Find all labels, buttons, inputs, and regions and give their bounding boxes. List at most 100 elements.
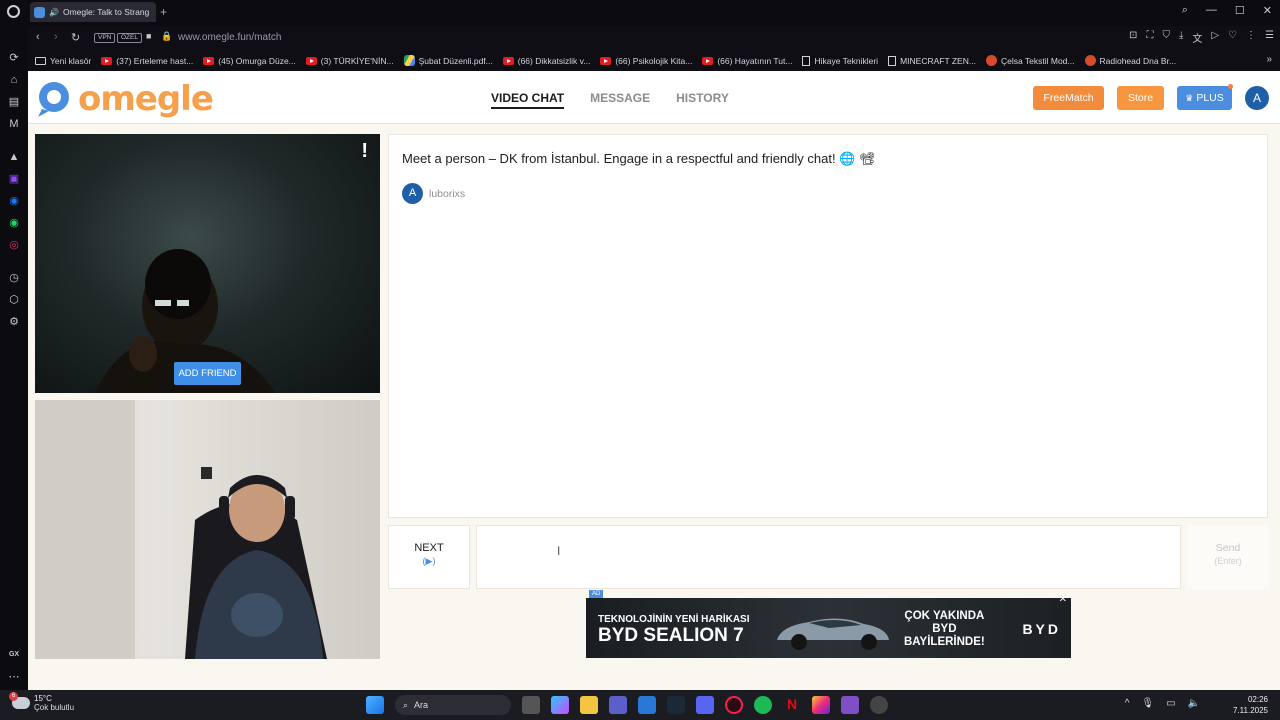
twitch-icon[interactable]: ▣ xyxy=(7,172,21,186)
self-video xyxy=(35,400,380,659)
download-icon[interactable]: ⤓ xyxy=(1179,30,1183,45)
lock-icon[interactable]: 🔒 xyxy=(161,31,172,42)
task-view-icon[interactable] xyxy=(522,696,540,714)
mail-icon[interactable]: M xyxy=(7,117,21,131)
ad-banner[interactable]: AD ✕ TEKNOLOJİNİN YENİ HARİKASI BYD SEAL… xyxy=(586,590,1071,658)
netflix-icon[interactable]: N xyxy=(783,696,801,714)
shopping-icon[interactable]: ⌂ xyxy=(7,73,21,87)
history-icon[interactable]: ◷ xyxy=(7,271,21,285)
send-label: Send xyxy=(1215,542,1241,554)
bookmark-item[interactable]: MINECRAFT ZEN... xyxy=(888,55,976,66)
url-field[interactable]: www.omegle.fun/match xyxy=(178,32,281,43)
back-icon[interactable]: ‹ xyxy=(36,31,40,43)
minimize-button[interactable]: — xyxy=(1206,4,1217,17)
instagram-icon[interactable]: ◎ xyxy=(7,238,21,252)
next-label: NEXT xyxy=(414,542,444,554)
settings-gear-icon[interactable]: ⚙ xyxy=(7,315,21,329)
tab-video-chat[interactable]: VIDEO CHAT xyxy=(491,91,565,109)
store-button[interactable]: Store xyxy=(1117,86,1164,110)
chrome-icon[interactable] xyxy=(870,696,888,714)
maximize-button[interactable]: ☐ xyxy=(1235,4,1245,17)
tab-history[interactable]: HISTORY xyxy=(676,91,729,109)
bookmark-item[interactable]: Radiohead Dna Br... xyxy=(1084,55,1177,66)
freematch-button[interactable]: FreeMatch xyxy=(1033,86,1104,110)
youtube-icon xyxy=(101,56,113,65)
reload-icon[interactable]: ↻ xyxy=(71,31,80,44)
new-tab-button[interactable]: + xyxy=(160,5,167,19)
gx-corner-icon[interactable]: ▲ xyxy=(7,150,21,164)
instagram-app-icon[interactable] xyxy=(812,696,830,714)
opera-logo-icon[interactable] xyxy=(7,5,20,18)
bookmark-item[interactable]: (66) Hayatının Tut... xyxy=(702,56,792,66)
spotify-icon[interactable] xyxy=(754,696,772,714)
report-icon[interactable]: ! xyxy=(361,140,368,163)
clock[interactable]: 02:26 7.11.2025 xyxy=(1233,694,1268,716)
aria-icon[interactable]: ▤ xyxy=(7,95,21,109)
bookmark-label: Radiohead Dna Br... xyxy=(1099,55,1177,66)
play-icon[interactable]: ▷ xyxy=(1211,30,1219,45)
plus-label: PLUS xyxy=(1196,92,1224,104)
display-icon[interactable]: ▭ xyxy=(1166,698,1175,709)
bookmark-item[interactable]: (66) Psikolojik Kita... xyxy=(600,56,692,66)
bookmark-item[interactable]: (37) Erteleme hast... xyxy=(101,56,193,66)
bookmark-item[interactable]: (3) TÜRKİYE'NİN... xyxy=(305,56,394,66)
message-input[interactable]: I xyxy=(476,525,1181,589)
windows-start-icon[interactable] xyxy=(366,696,384,714)
bookmark-item[interactable]: Hikaye Teknikleri xyxy=(802,55,878,66)
add-friend-button[interactable]: ADD FRIEND xyxy=(174,362,241,385)
whatsapp-icon[interactable]: ◉ xyxy=(7,216,21,230)
teams-icon[interactable] xyxy=(609,696,627,714)
bookmark-item[interactable]: (66) Dikkatsizlik v... xyxy=(502,56,590,66)
visual-studio-icon[interactable] xyxy=(841,696,859,714)
discord-icon[interactable] xyxy=(696,696,714,714)
forward-icon[interactable]: › xyxy=(54,31,58,43)
search-tabs-icon[interactable]: ⌕ xyxy=(1182,4,1188,17)
speed-dial-icon[interactable]: ⟳ xyxy=(7,51,21,65)
next-button[interactable]: NEXT (▶) xyxy=(388,525,470,589)
bookmark-icon[interactable]: ⊡ xyxy=(1129,30,1137,45)
menu-icon[interactable]: ⋮ xyxy=(1246,30,1256,45)
shield-icon[interactable]: ⛉ xyxy=(1162,30,1170,45)
weather-widget[interactable]: 6 15°C Çok bulutlu xyxy=(9,692,74,712)
opera-gx-icon[interactable] xyxy=(725,696,743,714)
match-intro-message: Meet a person – DK from İstanbul. Engage… xyxy=(402,151,876,166)
copilot-icon[interactable] xyxy=(551,696,569,714)
messenger-icon[interactable]: ◉ xyxy=(7,194,21,208)
avatar[interactable]: A xyxy=(1245,86,1269,110)
snapshot-icon[interactable]: ⛶ xyxy=(1146,30,1153,45)
heart-icon[interactable]: ♡ xyxy=(1228,30,1237,45)
plus-button[interactable]: ♛ PLUS xyxy=(1177,86,1232,110)
bookmark-label: (45) Omurga Düze... xyxy=(218,55,296,66)
tab-omegle[interactable]: 🔊 Omegle: Talk to Strang xyxy=(30,2,156,22)
vpn-badge[interactable]: VPN xyxy=(94,33,116,43)
bookmark-item[interactable]: (45) Omurga Düze... xyxy=(203,55,296,66)
taskbar-search[interactable]: ⌕ Ara xyxy=(395,695,511,715)
youtube-icon xyxy=(600,56,612,65)
steam-icon[interactable] xyxy=(667,696,685,714)
volume-icon[interactable]: 🔈 xyxy=(1188,698,1200,709)
extensions-icon[interactable]: ⬡ xyxy=(7,293,21,307)
bookmarks-more-icon[interactable]: » xyxy=(1266,54,1272,65)
microphone-icon[interactable]: 🎙 xyxy=(1141,698,1154,709)
translate-icon[interactable]: 文 xyxy=(1192,30,1202,45)
chevron-up-icon[interactable]: ^ xyxy=(1125,698,1130,709)
send-button[interactable]: Send (Enter) xyxy=(1187,525,1269,589)
bookmark-item[interactable]: Çelsa Tekstil Mod... xyxy=(985,55,1075,66)
bookmark-item[interactable]: Yeni klasör xyxy=(35,56,91,66)
ad-close-icon[interactable]: ✕ xyxy=(1059,594,1067,605)
text-cursor-icon: I xyxy=(557,544,561,558)
camera-icon[interactable]: ■ xyxy=(146,31,151,41)
stranger-video: ! ADD FRIEND xyxy=(35,134,380,393)
bookmark-item[interactable]: Şubat Düzenli.pdf... xyxy=(403,55,493,66)
more-icon[interactable]: ⋯ xyxy=(7,670,21,684)
youtube-icon xyxy=(702,56,714,65)
drive-icon xyxy=(403,55,415,66)
speaker-icon[interactable]: 🔊 xyxy=(49,8,59,17)
private-badge[interactable]: ÖZEL xyxy=(117,33,142,43)
easy-setup-icon[interactable]: ☰ xyxy=(1265,30,1274,45)
close-button[interactable]: ✕ xyxy=(1263,4,1272,17)
tab-message[interactable]: MESSAGE xyxy=(590,91,650,109)
omegle-logo[interactable]: omegle xyxy=(34,79,214,119)
file-explorer-icon[interactable] xyxy=(580,696,598,714)
store-icon[interactable] xyxy=(638,696,656,714)
